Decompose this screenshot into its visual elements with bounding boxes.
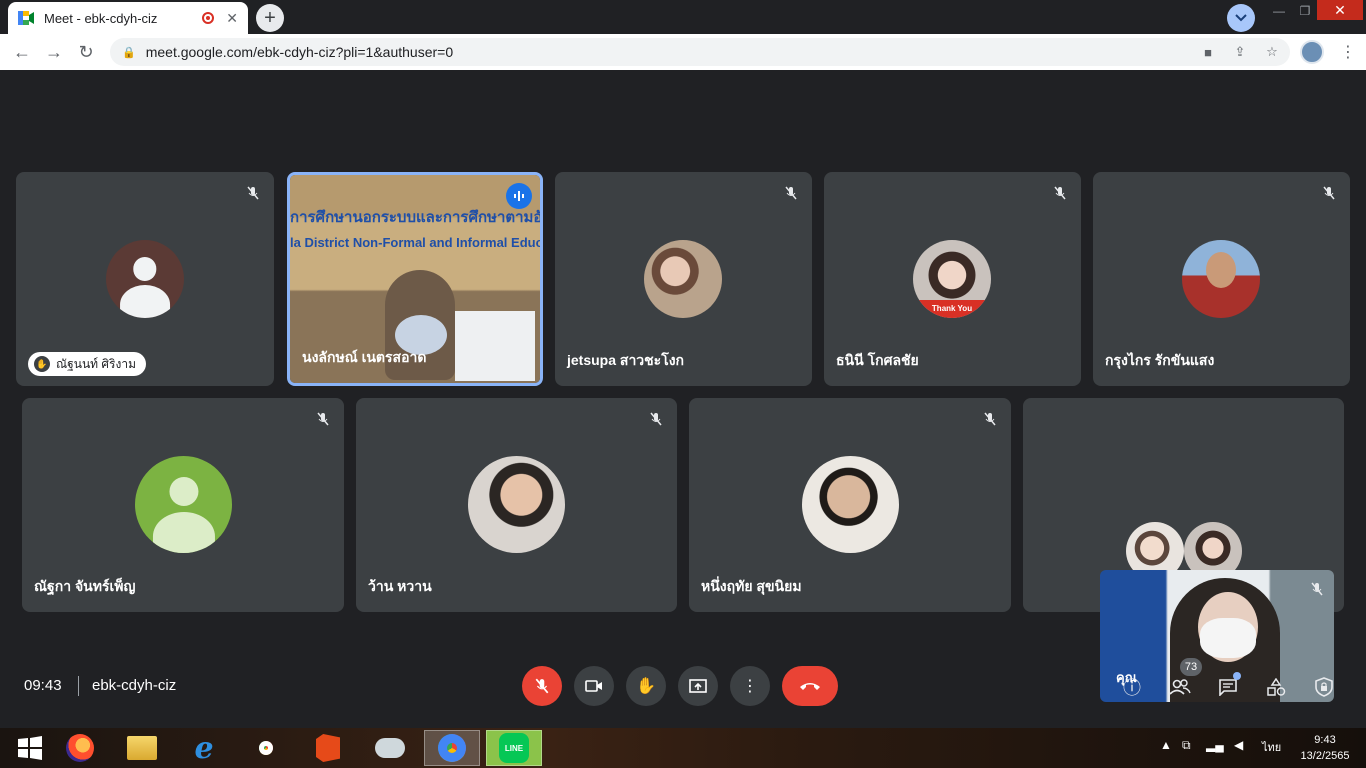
raise-hand-button[interactable]: ✋ bbox=[626, 666, 666, 706]
system-date: 13/2/2565 bbox=[1300, 750, 1350, 762]
camera-toggle-button[interactable] bbox=[574, 666, 614, 706]
participant-name: นงลักษณ์ เนตรสอาด bbox=[302, 349, 427, 365]
volume-icon[interactable]: ◀ bbox=[1234, 738, 1243, 752]
mic-off-icon bbox=[1310, 582, 1324, 599]
self-video-mask bbox=[1200, 618, 1256, 658]
url-text: meet.google.com/ebk-cdyh-ciz?pli=1&authu… bbox=[145, 44, 454, 60]
chrome-icon[interactable] bbox=[238, 730, 294, 766]
cloud-app-icon[interactable] bbox=[362, 730, 418, 766]
participant-name: หนึ่งฤทัย สุขนิยม bbox=[701, 578, 802, 594]
tab-close-icon[interactable]: ✕ bbox=[226, 10, 238, 27]
firefox-icon[interactable] bbox=[52, 730, 108, 766]
browser-toolbar: ← → ↻ 🔒 meet.google.com/ebk-cdyh-ciz?pli… bbox=[0, 34, 1366, 70]
new-tab-button[interactable]: + bbox=[256, 4, 284, 32]
recording-indicator-icon bbox=[202, 12, 215, 24]
participant-tile[interactable]: jetsupa สาวชะโงก bbox=[555, 172, 812, 386]
signal-icon[interactable]: ▂▄ bbox=[1206, 738, 1224, 752]
office-icon[interactable] bbox=[300, 730, 356, 766]
meet-stage: ✋ ณัฐนนท์ ศิริงาม การศึกษานอกระบบและการศ… bbox=[0, 70, 1366, 728]
participant-tile[interactable]: หนึ่งฤทัย สุขนิยม bbox=[689, 398, 1011, 612]
more-options-button[interactable]: ⋮ bbox=[730, 666, 770, 706]
participant-avatar bbox=[468, 456, 565, 553]
profile-avatar[interactable] bbox=[1300, 40, 1324, 64]
participant-avatar bbox=[644, 240, 722, 318]
tray-expand-icon[interactable]: ▲ bbox=[1160, 738, 1172, 752]
meet-favicon-icon bbox=[18, 11, 34, 25]
speaking-indicator-icon bbox=[506, 183, 532, 209]
meet-bottom-bar: 09:43 ebk-cdyh-ciz ✋ ⋮ ⓘ 73 bbox=[0, 658, 1366, 716]
browser-menu-icon[interactable]: ⋮ bbox=[1338, 40, 1358, 64]
participant-tile[interactable]: ✋ ณัฐนนท์ ศิริงาม bbox=[16, 172, 274, 386]
present-screen-button[interactable] bbox=[678, 666, 718, 706]
tab-title: Meet - ebk-cdyh-ciz bbox=[44, 10, 158, 26]
mic-off-icon bbox=[979, 408, 1001, 430]
participant-name: ณัฐกา จันทร์เพ็ญ bbox=[34, 578, 136, 594]
participant-avatar: Thank You bbox=[913, 240, 991, 318]
file-explorer-icon[interactable] bbox=[114, 730, 170, 766]
browser-tab-meet[interactable]: Meet - ebk-cdyh-ciz ✕ bbox=[8, 2, 248, 34]
forward-icon[interactable]: → bbox=[38, 36, 70, 68]
mic-off-icon bbox=[1049, 182, 1071, 204]
bookmark-star-icon[interactable]: ☆ bbox=[1262, 42, 1282, 62]
participant-name-pill: ✋ ณัฐนนท์ ศิริงาม bbox=[28, 352, 146, 376]
participant-name: jetsupa สาวชะโงก bbox=[567, 352, 685, 368]
people-count-badge: 73 bbox=[1180, 658, 1202, 676]
browser-tab-bar: Meet - ebk-cdyh-ciz ✕ + — ❐ ✕ bbox=[0, 0, 1366, 34]
network-icon[interactable]: ⧉ bbox=[1182, 738, 1191, 753]
line-app-icon[interactable]: LINE bbox=[486, 730, 542, 766]
participant-tile[interactable]: กรุงไกร รักขันแสง bbox=[1093, 172, 1350, 386]
participant-name: กรุงไกร รักขันแสง bbox=[1105, 352, 1215, 368]
tab-search-button[interactable] bbox=[1227, 4, 1255, 32]
participant-avatar bbox=[1182, 240, 1260, 318]
end-call-button[interactable] bbox=[782, 666, 838, 706]
reload-icon[interactable]: ↻ bbox=[70, 36, 102, 68]
meeting-clock: 09:43 bbox=[24, 677, 62, 694]
windows-start-button[interactable] bbox=[2, 730, 58, 766]
maximize-icon[interactable]: ❐ bbox=[1290, 0, 1320, 22]
mic-off-icon bbox=[780, 182, 802, 204]
avatar-caption: Thank You bbox=[913, 300, 991, 318]
participant-avatar bbox=[106, 240, 184, 318]
mic-off-icon bbox=[242, 182, 264, 204]
back-icon[interactable]: ← bbox=[6, 36, 38, 68]
raised-hand-icon: ✋ bbox=[34, 356, 50, 372]
participant-tile[interactable]: Thank You ธนินี โกศลชัย bbox=[824, 172, 1081, 386]
people-icon[interactable] bbox=[1167, 674, 1193, 700]
video-banner-text-thai: การศึกษานอกระบบและการศึกษาตามอัธยาศัยอำเ… bbox=[290, 209, 540, 226]
meeting-info-icon[interactable]: ⓘ bbox=[1119, 674, 1145, 700]
meeting-code: ebk-cdyh-ciz bbox=[92, 677, 177, 694]
windows-taskbar: e LINE ▲ ⧉ ▂▄ ◀ ไทย 9:43 13/2/2565 bbox=[0, 728, 1366, 768]
host-controls-icon[interactable] bbox=[1311, 674, 1337, 700]
participant-tile[interactable]: ณัฐกา จันทร์เพ็ญ bbox=[22, 398, 344, 612]
video-banner-text-en: la District Non-Formal and Informal Educ… bbox=[290, 235, 540, 250]
system-clock[interactable]: 9:43 13/2/2565 bbox=[1300, 732, 1350, 764]
internet-explorer-icon[interactable]: e bbox=[176, 730, 232, 766]
activities-icon[interactable] bbox=[1263, 674, 1289, 700]
participant-name: ว้าน หวาน bbox=[368, 578, 432, 594]
share-icon[interactable]: ⇪ bbox=[1230, 42, 1250, 62]
lock-icon: 🔒 bbox=[122, 46, 136, 59]
chat-unread-dot bbox=[1233, 672, 1241, 680]
participant-name: ธนินี โกศลชัย bbox=[836, 352, 919, 368]
participant-tile[interactable]: ว้าน หวาน bbox=[356, 398, 677, 612]
system-time: 9:43 bbox=[1314, 734, 1336, 746]
participant-avatar bbox=[802, 456, 899, 553]
window-close-button[interactable]: ✕ bbox=[1317, 0, 1363, 20]
mic-off-icon bbox=[645, 408, 667, 430]
microphone-toggle-button[interactable] bbox=[522, 666, 562, 706]
chrome-active-taskbar-icon[interactable] bbox=[424, 730, 480, 766]
mic-off-icon bbox=[312, 408, 334, 430]
participant-avatar bbox=[135, 456, 232, 553]
camera-permission-icon[interactable]: ■ bbox=[1198, 42, 1218, 62]
address-bar[interactable]: 🔒 meet.google.com/ebk-cdyh-ciz?pli=1&aut… bbox=[110, 38, 1290, 66]
video-paper bbox=[455, 311, 535, 381]
participant-name: ณัฐนนท์ ศิริงาม bbox=[56, 356, 136, 371]
participant-tile-speaking[interactable]: การศึกษานอกระบบและการศึกษาตามอัธยาศัยอำเ… bbox=[287, 172, 543, 386]
language-indicator[interactable]: ไทย bbox=[1262, 738, 1281, 756]
divider bbox=[78, 676, 79, 696]
mic-off-icon bbox=[1318, 182, 1340, 204]
